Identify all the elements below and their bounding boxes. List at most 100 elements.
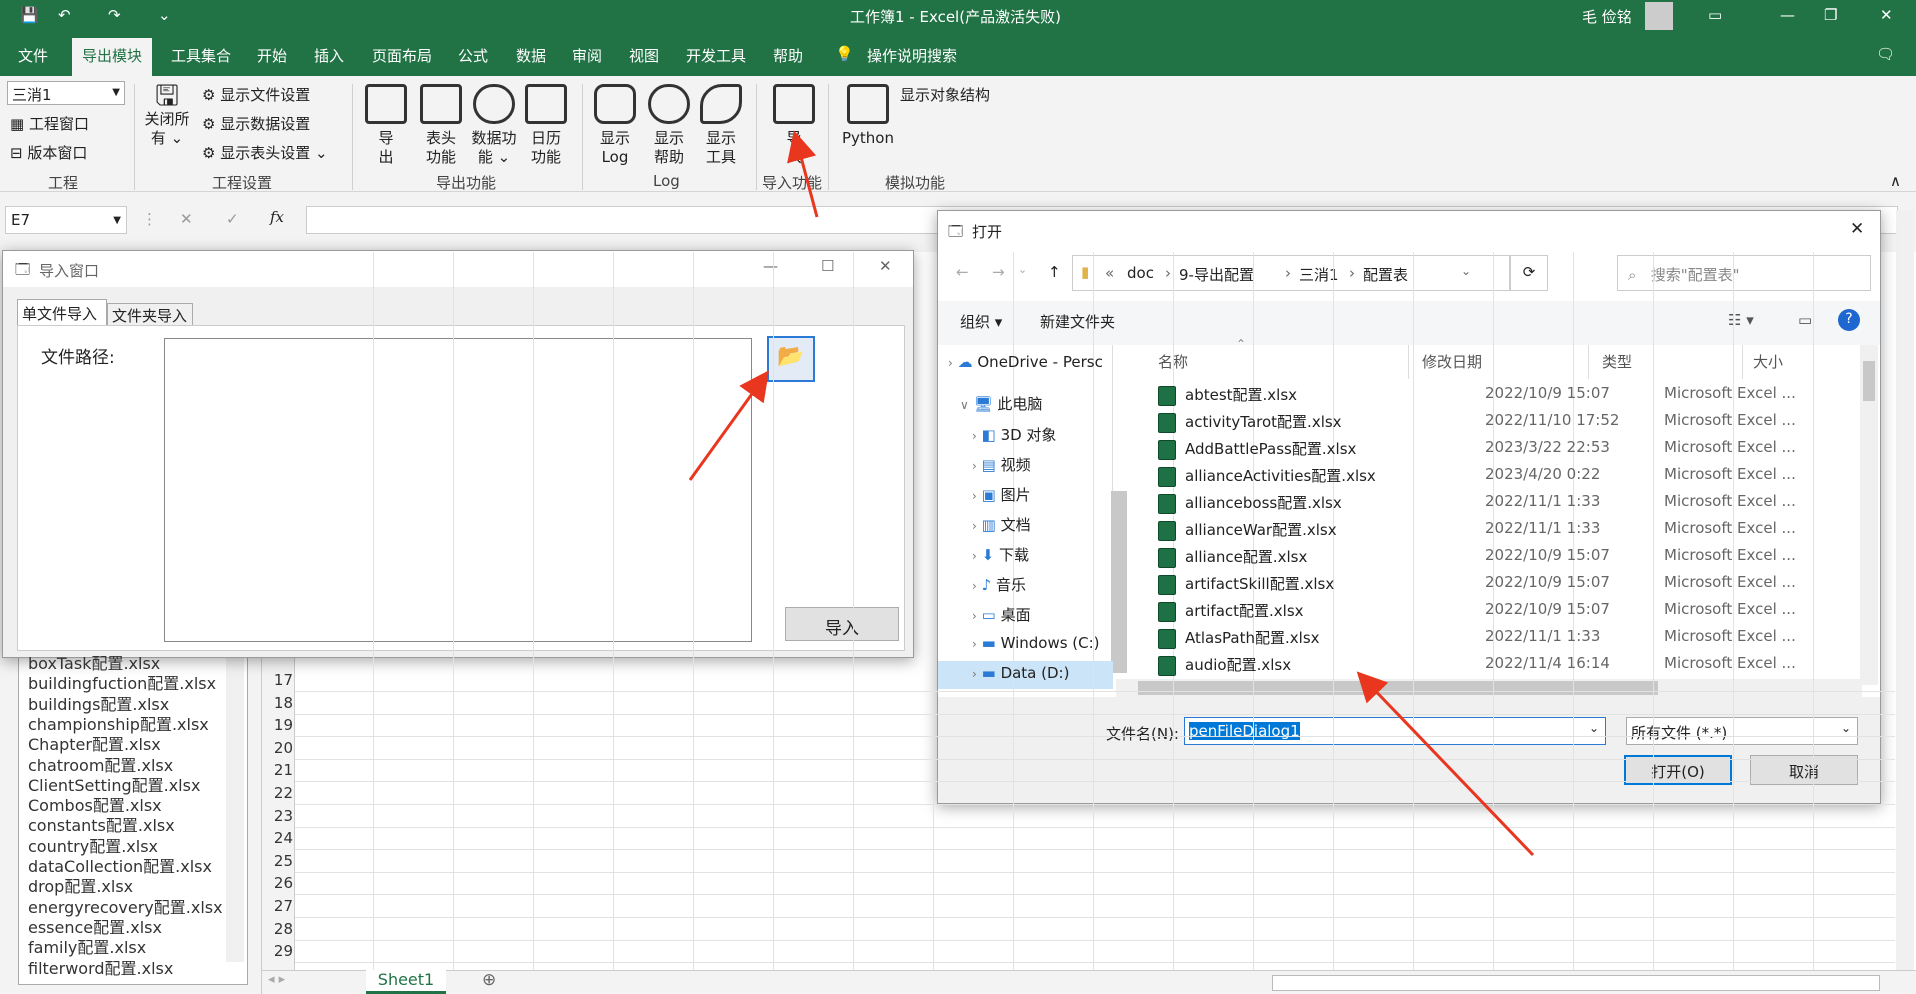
avatar[interactable] [1645, 2, 1673, 30]
tab-formulas[interactable]: 公式 [458, 45, 488, 66]
export-button[interactable]: 导出 [364, 84, 408, 167]
col-size[interactable]: 大小 [1753, 351, 1783, 372]
collapse-ribbon-icon[interactable]: ∧ [1890, 172, 1901, 190]
row-number[interactable]: 17 [263, 671, 293, 689]
crumb-overflow[interactable]: « [1105, 264, 1114, 282]
tree-item[interactable]: › ☁ OneDrive - Persc [948, 353, 1103, 371]
tree-item[interactable]: › ◧ 3D 对象 [972, 424, 1056, 445]
refresh-button[interactable]: ⟳ [1510, 255, 1548, 291]
row-number[interactable]: 28 [263, 920, 293, 938]
row-number[interactable]: 25 [263, 852, 293, 870]
enter-formula-icon[interactable]: ✓ [226, 210, 239, 228]
undo-icon[interactable]: ↶ [58, 6, 71, 24]
row-number[interactable]: 20 [263, 739, 293, 757]
row-number[interactable]: 19 [263, 716, 293, 734]
calendar-function-button[interactable]: 日历 功能 [522, 84, 570, 167]
import-button[interactable]: 导入 [770, 84, 818, 167]
crumb-config-table[interactable]: 配置表 [1363, 264, 1408, 285]
row-number[interactable]: 21 [263, 761, 293, 779]
prev-sheet-icon[interactable]: ◂ ▸ [268, 972, 285, 987]
tab-data[interactable]: 数据 [516, 45, 546, 66]
comments-icon[interactable]: 🗨 [1876, 45, 1895, 63]
file-row[interactable]: artifactSkill配置.xlsx 2022/10/9 15:07 Micro… [1150, 569, 1850, 596]
tab-review[interactable]: 审阅 [572, 45, 602, 66]
import-submit-button[interactable]: 导入 [785, 607, 899, 641]
filename-input[interactable]: penFileDialog1 ⌄ [1184, 717, 1606, 745]
recent-icon[interactable]: ⌄ [1018, 263, 1027, 276]
organize-menu[interactable]: 组织 ▾ [960, 311, 1002, 332]
view-options-icon[interactable]: ☷ ▾ [1728, 311, 1754, 329]
file-row[interactable]: allianceActivities配置.xlsx 2023/4/20 0:22 M… [1150, 461, 1850, 488]
tree-item[interactable]: › ▥ 文档 [972, 514, 1031, 535]
chevron-down-icon[interactable]: ⌄ [1461, 264, 1471, 278]
help-icon[interactable]: ? [1838, 309, 1860, 331]
name-box[interactable]: E7 ▼ [5, 206, 127, 234]
tree-item[interactable]: › ▬ Windows (C:) [972, 634, 1100, 652]
close-icon[interactable]: ✕ [1880, 6, 1893, 24]
tab-help[interactable]: 帮助 [773, 45, 803, 66]
file-row[interactable]: audio配置.xlsx 2022/11/4 16:14 Microsoft Exc… [1150, 650, 1850, 677]
row-number[interactable]: 26 [263, 874, 293, 892]
show-tools-button[interactable]: 显示 工具 [698, 84, 744, 167]
file-path-input[interactable] [164, 338, 752, 642]
nav-scrollbar[interactable] [1111, 491, 1127, 673]
horizontal-scrollbar[interactable] [1272, 975, 1880, 991]
show-object-structure[interactable]: 显示对象结构 [900, 84, 990, 105]
tab-single-file-import[interactable]: 单文件导入 [17, 299, 107, 325]
tab-home[interactable]: 开始 [257, 45, 287, 66]
crumb-export-config[interactable]: 9-导出配置 [1179, 264, 1254, 285]
col-type[interactable]: 类型 [1602, 351, 1632, 372]
minimize-icon[interactable]: — [763, 257, 778, 275]
tab-folder-import[interactable]: 文件夹导入 [107, 303, 193, 325]
sheet-tab-sheet1[interactable]: Sheet1 [366, 970, 446, 994]
customize-icon[interactable]: ⌄ [158, 6, 171, 24]
tab-insert[interactable]: 插入 [314, 45, 344, 66]
redo-icon[interactable]: ↷ [108, 6, 121, 24]
close-icon[interactable]: ✕ [1850, 219, 1864, 239]
list-item[interactable]: filterword配置.xlsx [28, 955, 173, 979]
file-row[interactable]: artifact配置.xlsx 2022/10/9 15:07 Microsoft … [1150, 596, 1850, 623]
tab-export-module[interactable]: 导出模块 [72, 38, 153, 76]
row-number[interactable]: 18 [263, 694, 293, 712]
minimize-icon[interactable]: — [1780, 6, 1795, 24]
file-row[interactable]: AtlasPath配置.xlsx 2022/11/1 1:33 Microsoft … [1150, 623, 1850, 650]
forward-icon[interactable]: → [992, 263, 1005, 281]
up-icon[interactable]: ↑ [1048, 263, 1061, 281]
tab-page-layout[interactable]: 页面布局 [372, 45, 432, 66]
tree-item[interactable]: › ▬ Data (D:) [972, 664, 1069, 682]
tab-tools[interactable]: 工具集合 [171, 45, 231, 66]
tell-me-search[interactable]: 操作说明搜索 [867, 45, 957, 66]
show-data-settings[interactable]: ⚙ 显示数据设置 [202, 113, 310, 134]
close-all-button[interactable]: 🖫 关闭所有 ⌄ [142, 82, 192, 148]
python-button[interactable]: Python [838, 84, 898, 148]
file-row[interactable]: allianceboss配置.xlsx 2022/11/1 1:33 Microso… [1150, 488, 1850, 515]
close-icon[interactable]: ✕ [879, 257, 892, 275]
sidebar-scrollbar[interactable] [226, 652, 244, 962]
file-row[interactable]: abtest配置.xlsx 2022/10/9 15:07 Microsoft Ex… [1150, 380, 1850, 407]
show-help-button[interactable]: 显示 帮助 [646, 84, 692, 167]
search-input[interactable]: ⌕ 搜索"配置表" [1617, 255, 1871, 291]
row-number[interactable]: 24 [263, 829, 293, 847]
tab-file[interactable]: 文件 [18, 45, 48, 66]
file-row[interactable]: allianceWar配置.xlsx 2022/11/1 1:33 Microsof… [1150, 515, 1850, 542]
tree-item[interactable]: › ▣ 图片 [972, 484, 1031, 505]
show-log-button[interactable]: 显示 Log [592, 84, 638, 167]
files-hscroll-thumb[interactable] [1138, 681, 1658, 695]
project-window-button[interactable]: ▦ 工程窗口 [10, 113, 89, 134]
add-sheet-icon[interactable]: ⊕ [482, 970, 496, 990]
file-row[interactable]: alliance配置.xlsx 2022/10/9 15:07 Microsoft … [1150, 542, 1850, 569]
tab-developer[interactable]: 开发工具 [686, 45, 746, 66]
file-type-filter[interactable]: 所有文件 (*.*) ⌄ [1626, 717, 1858, 745]
file-row[interactable]: activityTarot配置.xlsx 2022/11/10 17:52 Micr… [1150, 407, 1850, 434]
fx-icon[interactable]: fx [270, 208, 284, 226]
browse-folder-button[interactable]: 📂 [767, 336, 815, 382]
back-icon[interactable]: ← [956, 263, 969, 281]
show-file-settings[interactable]: ⚙ 显示文件设置 [202, 84, 310, 105]
breadcrumb[interactable]: ▮ « doc › 9-导出配置 › 三消1 › 配置表 ⌄ [1072, 255, 1510, 291]
maximize-icon[interactable]: ☐ [821, 257, 834, 275]
row-number[interactable]: 22 [263, 784, 293, 802]
show-header-settings[interactable]: ⚙ 显示表头设置 ⌄ [202, 142, 328, 163]
tree-item[interactable]: › ▤ 视频 [972, 454, 1031, 475]
cancel-formula-icon[interactable]: ✕ [180, 210, 193, 228]
file-row[interactable]: AddBattlePass配置.xlsx 2023/3/22 22:53 Micro… [1150, 434, 1850, 461]
